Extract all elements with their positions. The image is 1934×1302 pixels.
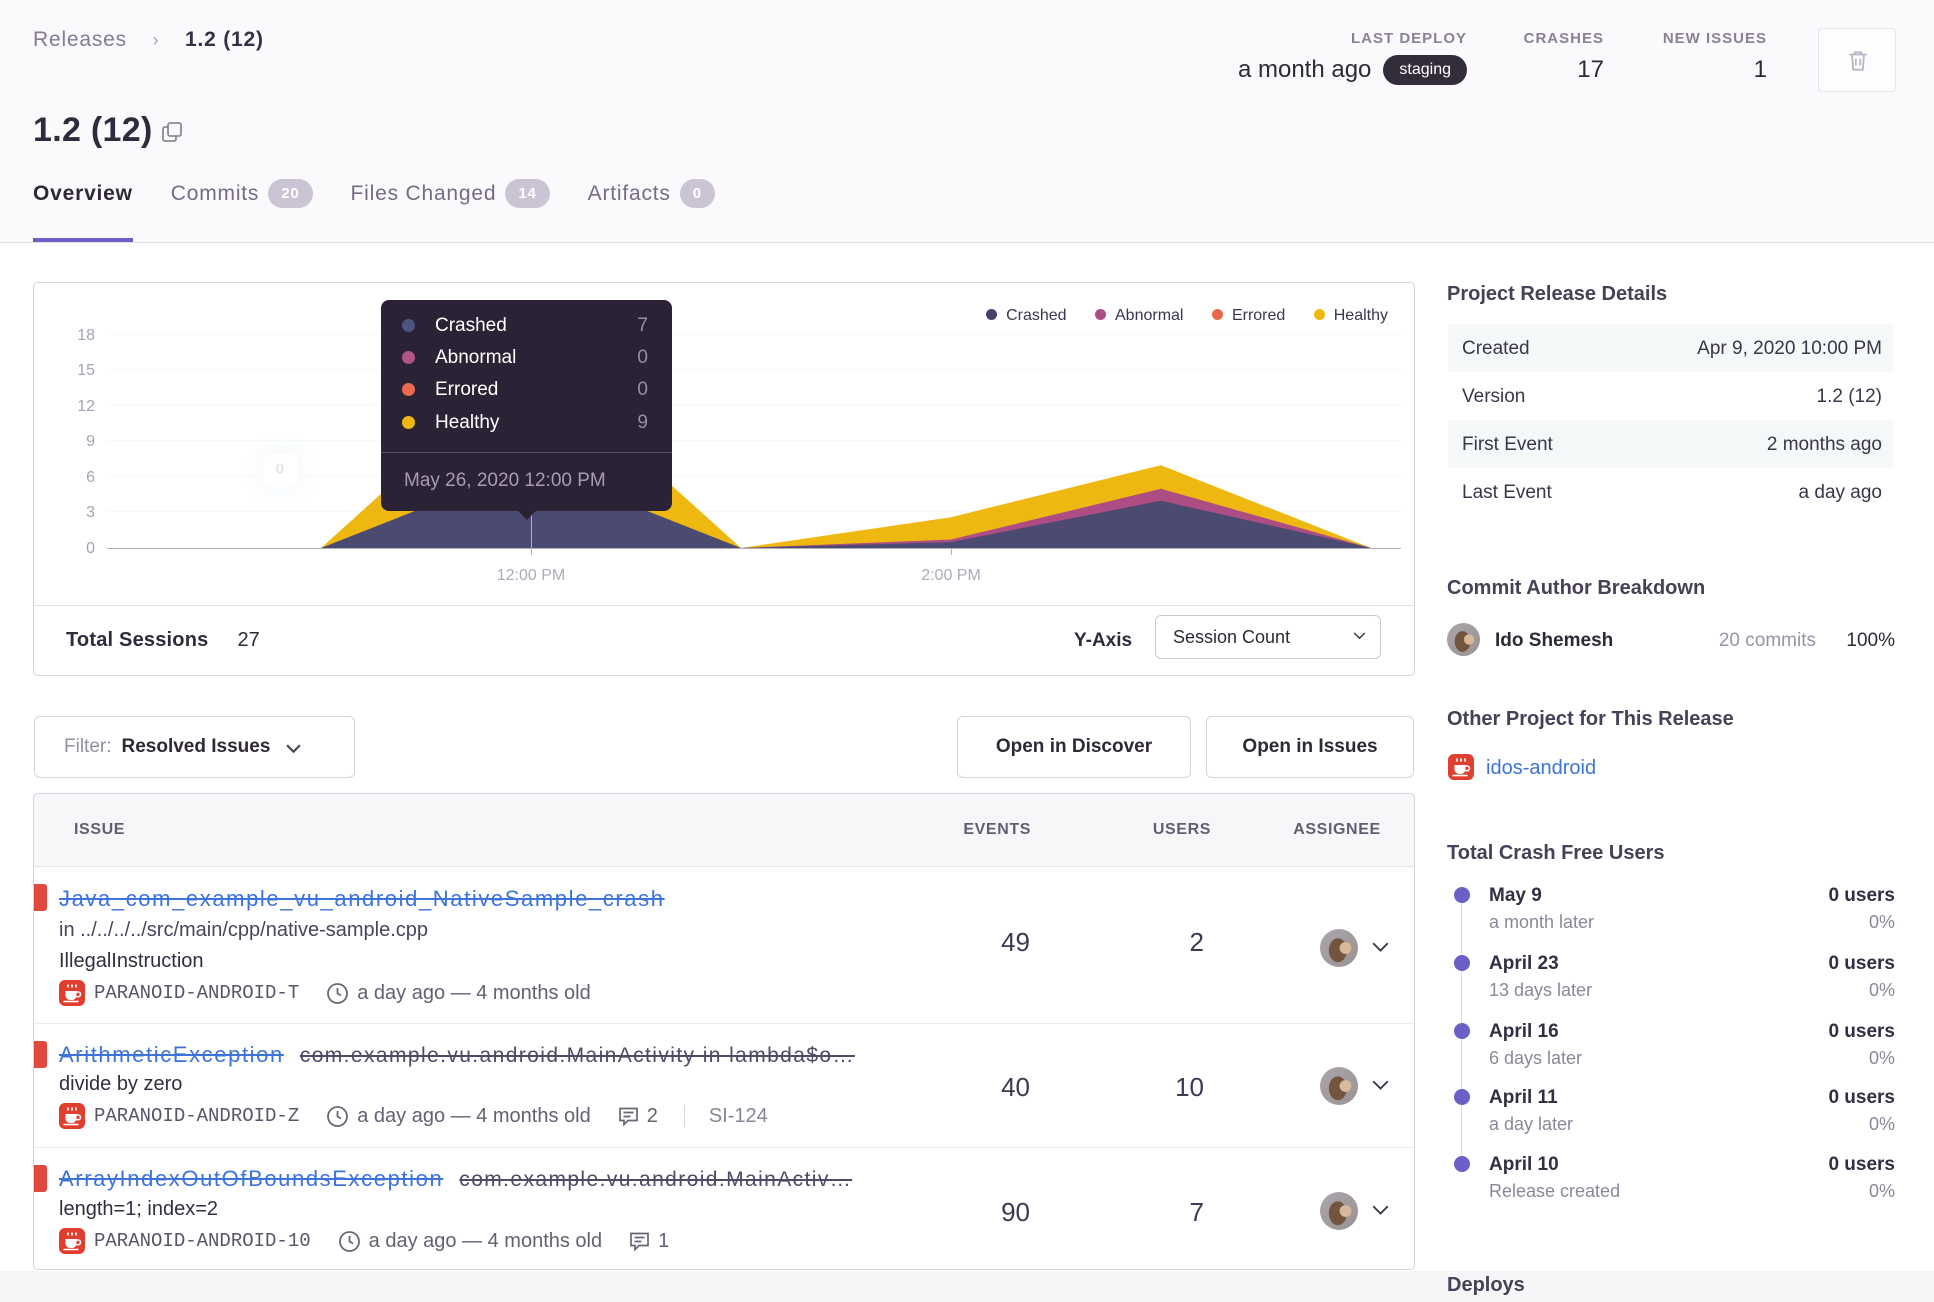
svg-text:12:00 PM: 12:00 PM [497, 567, 565, 584]
svg-text:2:00 PM: 2:00 PM [921, 567, 981, 584]
svg-text:18: 18 [77, 327, 95, 344]
svg-text:3: 3 [86, 504, 95, 521]
svg-text:12: 12 [77, 398, 95, 415]
svg-text:0: 0 [86, 540, 95, 557]
svg-text:9: 9 [86, 433, 95, 450]
svg-text:6: 6 [86, 469, 95, 486]
svg-text:15: 15 [77, 362, 95, 379]
